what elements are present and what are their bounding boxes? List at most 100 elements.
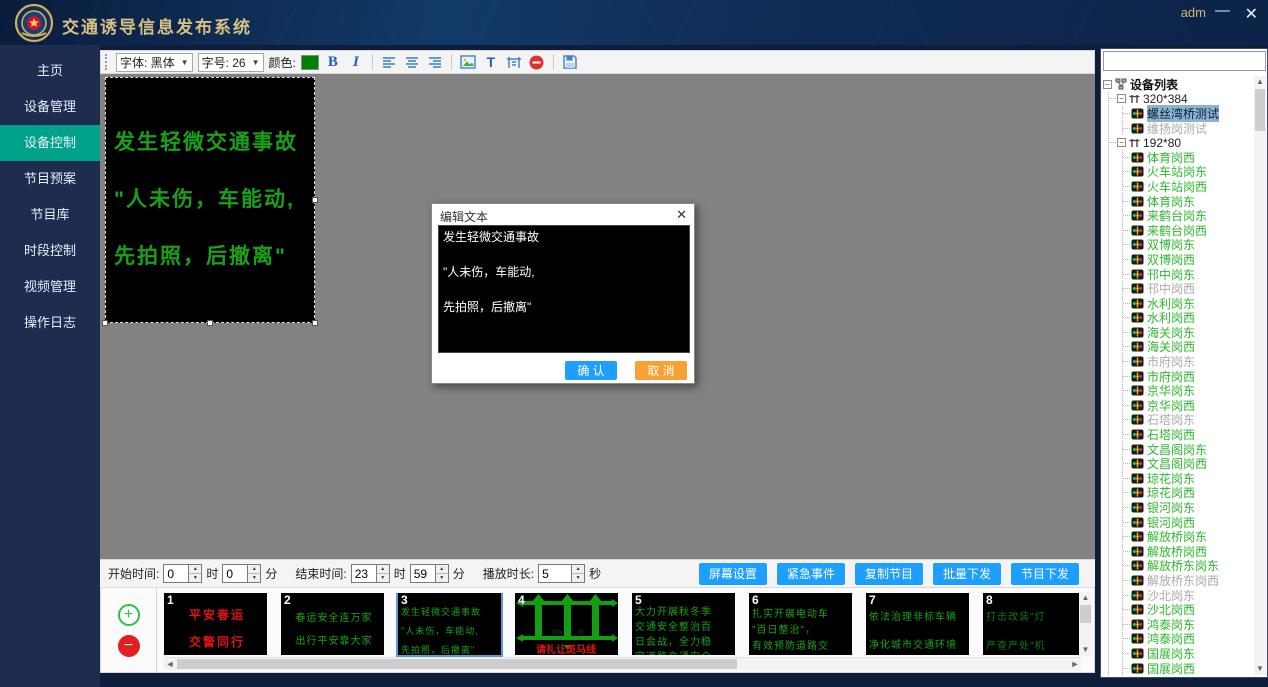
search-input[interactable] xyxy=(1103,51,1266,71)
action-button[interactable]: 批量下发 xyxy=(933,563,1001,585)
sidebar-item[interactable]: 节目库 xyxy=(0,197,100,233)
tree-device-item[interactable]: 火车站岗东 xyxy=(1123,165,1255,180)
start-hour-input[interactable] xyxy=(163,564,189,583)
spin-up-icon[interactable]: ▲ xyxy=(248,565,260,574)
tree-group-row[interactable]: − 320*384 xyxy=(1109,92,1255,107)
tree-device-item[interactable]: 沙北岗西 xyxy=(1123,602,1255,617)
tree-device-item[interactable]: 文昌阁岗西 xyxy=(1123,456,1255,471)
spin-down-icon[interactable]: ▼ xyxy=(248,574,260,582)
delete-icon[interactable] xyxy=(528,53,546,71)
tree-device-item[interactable]: 京华岗西 xyxy=(1123,398,1255,413)
tree-device-item[interactable]: 水利岗东 xyxy=(1123,296,1255,311)
spin-down-icon[interactable]: ▼ xyxy=(436,574,448,582)
remove-program-button[interactable]: − xyxy=(118,635,140,657)
font-size-select[interactable]: 字号: 26 ▼ xyxy=(198,53,264,72)
tree-root-row[interactable]: − 设备列表 xyxy=(1103,77,1255,92)
tree-scrollbar[interactable]: ▲ ▼ xyxy=(1254,76,1266,675)
tree-device-item[interactable]: 解放桥东岗西 xyxy=(1123,573,1255,588)
tree-device-item[interactable]: 维扬岗测试 xyxy=(1123,121,1255,136)
scrollbar-thumb[interactable] xyxy=(177,659,737,669)
scrollbar-thumb[interactable] xyxy=(1080,605,1091,623)
tree-device-item[interactable]: 国展岗西 xyxy=(1123,661,1255,675)
tree-device-item[interactable]: 银河岗西 xyxy=(1123,515,1255,530)
end-minute-input[interactable] xyxy=(410,564,436,583)
action-button[interactable]: 紧急事件 xyxy=(777,563,845,585)
tree-device-item[interactable]: 来鹤台岗西 xyxy=(1123,223,1255,238)
tree-device-item[interactable]: 双博岗东 xyxy=(1123,238,1255,253)
program-thumbnail[interactable]: 1 平安春运交警同行 xyxy=(164,593,267,655)
collapse-box-icon[interactable]: − xyxy=(1117,138,1126,147)
toolbar-grip[interactable] xyxy=(105,54,109,70)
font-family-select[interactable]: 字体: 黑体 ▼ xyxy=(116,53,193,72)
tree-device-item[interactable]: 海关岗东 xyxy=(1123,325,1255,340)
dialog-textarea[interactable]: 发生轻微交通事故 "人未伤，车能动, 先拍照，后撤离" xyxy=(438,225,690,353)
start-minute-input[interactable] xyxy=(222,564,248,583)
collapse-box-icon[interactable]: − xyxy=(1103,80,1112,89)
tree-device-item[interactable]: 螺丝湾桥测试 xyxy=(1123,106,1255,121)
username[interactable]: adm xyxy=(1181,5,1206,20)
duration-input[interactable] xyxy=(538,564,572,583)
sidebar-item[interactable]: 视频管理 xyxy=(0,269,100,305)
program-thumbnail[interactable]: 3 发生轻微交通事故"人未伤，车能动,先拍照，后撤离" xyxy=(398,593,501,655)
sidebar-item[interactable]: 主页 xyxy=(0,53,100,89)
program-thumbnail[interactable]: 2 春运安全连万家出行平安靠大家 xyxy=(281,593,384,655)
bold-icon[interactable]: B xyxy=(324,53,342,71)
scroll-up-icon[interactable]: ▲ xyxy=(1254,76,1266,88)
insert-text-icon[interactable]: T xyxy=(482,53,500,71)
tree-device-item[interactable]: 鸿泰岗西 xyxy=(1123,632,1255,647)
tree-device-item[interactable]: 石塔岗东 xyxy=(1123,413,1255,428)
spin-up-icon[interactable]: ▲ xyxy=(436,565,448,574)
tree-device-item[interactable]: 文昌阁岗东 xyxy=(1123,442,1255,457)
close-icon[interactable]: ✕ xyxy=(1245,4,1258,24)
sidebar-item[interactable]: 节目预案 xyxy=(0,161,100,197)
scroll-up-icon[interactable]: ▲ xyxy=(1079,592,1092,604)
program-thumbnail[interactable]: 4 1024 30 请礼让斑马线 xyxy=(515,593,618,655)
tree-device-item[interactable]: 邗中岗西 xyxy=(1123,281,1255,296)
horizontal-scrollbar[interactable]: ◄ ► xyxy=(164,657,1081,670)
add-program-button[interactable]: + xyxy=(118,604,140,626)
scroll-down-icon[interactable]: ▼ xyxy=(1079,644,1092,656)
spin-down-icon[interactable]: ▼ xyxy=(572,574,584,582)
program-thumbnail[interactable]: 8 打击改装"灯严查严处"机 xyxy=(983,593,1081,655)
marquee-icon[interactable] xyxy=(505,53,523,71)
sidebar-item[interactable]: 操作日志 xyxy=(0,305,100,341)
program-thumbnail[interactable]: 6 扎实开展电动车"百日整治"，有效预防道路交通事故。 xyxy=(749,593,852,655)
insert-image-icon[interactable] xyxy=(459,53,477,71)
resize-handle-bottom-right[interactable] xyxy=(312,320,318,326)
tree-device-item[interactable]: 石塔岗西 xyxy=(1123,427,1255,442)
tree-device-item[interactable]: 国展岗东 xyxy=(1123,646,1255,661)
confirm-button[interactable]: 确 认 xyxy=(565,361,617,380)
tree-device-item[interactable]: 解放桥岗西 xyxy=(1123,544,1255,559)
scroll-down-icon[interactable]: ▼ xyxy=(1254,663,1266,675)
tree-device-item[interactable]: 解放桥岗东 xyxy=(1123,529,1255,544)
italic-icon[interactable]: I xyxy=(347,53,365,71)
tree-device-item[interactable]: 沙北岗东 xyxy=(1123,588,1255,603)
spin-up-icon[interactable]: ▲ xyxy=(377,565,389,574)
tree-device-item[interactable]: 市府岗东 xyxy=(1123,354,1255,369)
tree-group-row[interactable]: − 192*80 xyxy=(1109,135,1255,150)
align-right-icon[interactable] xyxy=(426,53,444,71)
spin-down-icon[interactable]: ▼ xyxy=(377,574,389,582)
spin-down-icon[interactable]: ▼ xyxy=(189,574,201,582)
tree-device-item[interactable]: 琼花岗东 xyxy=(1123,471,1255,486)
program-thumbnail[interactable]: 7 依法治理非标车辆净化城市交通环境 xyxy=(866,593,969,655)
scrollbar-thumb[interactable] xyxy=(1255,89,1265,131)
cancel-button[interactable]: 取 消 xyxy=(635,361,687,380)
sidebar-item[interactable]: 时段控制 xyxy=(0,233,100,269)
tree-device-item[interactable]: 鸿泰岗东 xyxy=(1123,617,1255,632)
tree-device-item[interactable]: 体育岗西 xyxy=(1123,150,1255,165)
resize-handle-bottom-left[interactable] xyxy=(102,320,108,326)
tree-device-item[interactable]: 邗中岗东 xyxy=(1123,267,1255,282)
end-hour-input[interactable] xyxy=(351,564,377,583)
tree-device-item[interactable]: 海关岗西 xyxy=(1123,340,1255,355)
tree-device-item[interactable]: 体育岗东 xyxy=(1123,194,1255,209)
tree-device-item[interactable]: 来鹤台岗东 xyxy=(1123,208,1255,223)
tree-device-item[interactable]: 市府岗西 xyxy=(1123,369,1255,384)
resize-handle-bottom-center[interactable] xyxy=(207,320,213,326)
tree-device-item[interactable]: 京华岗东 xyxy=(1123,383,1255,398)
sidebar-item[interactable]: 设备控制 xyxy=(0,125,100,161)
close-icon[interactable]: ✕ xyxy=(676,207,687,223)
tree-device-item[interactable]: 解放桥东岗东 xyxy=(1123,559,1255,574)
scroll-right-icon[interactable]: ► xyxy=(1069,658,1081,670)
resize-handle-right[interactable] xyxy=(312,197,318,203)
